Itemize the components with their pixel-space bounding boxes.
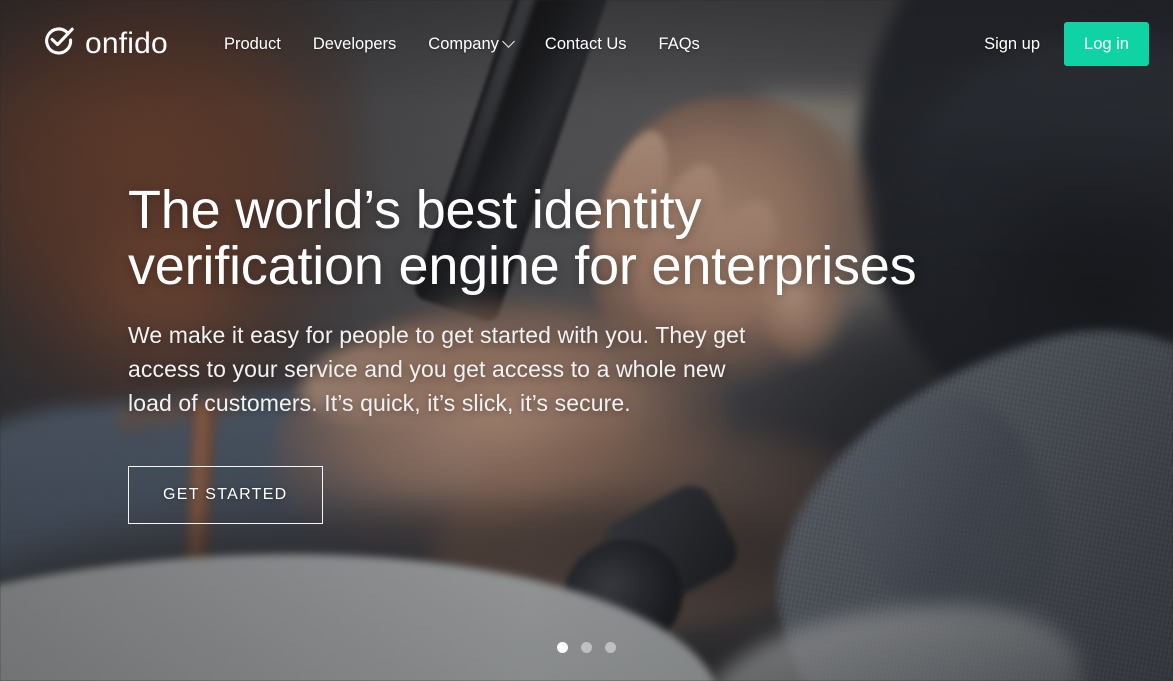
nav-label: Company <box>428 34 499 53</box>
hero-content: The world’s best identity verification e… <box>128 180 958 525</box>
carousel-dot-3[interactable] <box>605 642 616 653</box>
carousel-dot-2[interactable] <box>581 642 592 653</box>
nav-item-product[interactable]: Product <box>208 27 297 62</box>
check-circle-icon <box>42 25 76 64</box>
brand-name: onfido <box>85 27 168 60</box>
nav-item-faqs[interactable]: FAQs <box>643 27 716 62</box>
auth-actions: Sign up Log in <box>974 22 1149 66</box>
nav-item-developers[interactable]: Developers <box>297 27 412 62</box>
log-in-button[interactable]: Log in <box>1064 22 1149 66</box>
nav-label: Contact Us <box>544 34 627 53</box>
main-navigation: Product Developers Company Contact Us FA… <box>208 27 974 62</box>
sign-up-link[interactable]: Sign up <box>974 27 1050 62</box>
carousel-dot-1[interactable] <box>557 642 568 653</box>
hero-subcopy: We make it easy for people to get starte… <box>128 322 746 417</box>
nav-label: Product <box>223 34 281 53</box>
brand-logo[interactable]: onfido <box>42 25 168 64</box>
nav-item-contact-us[interactable]: Contact Us <box>529 27 643 62</box>
carousel-pagination <box>0 642 1173 653</box>
hero-section: onfido Product Developers Company Contac… <box>0 0 1173 681</box>
get-started-button[interactable]: GET STARTED <box>128 466 323 525</box>
nav-label: Developers <box>312 34 397 53</box>
site-header: onfido Product Developers Company Contac… <box>0 0 1173 88</box>
chevron-down-icon <box>502 34 515 48</box>
nav-label: FAQs <box>658 34 700 53</box>
nav-item-company[interactable]: Company <box>412 27 529 62</box>
hero-headline: The world’s best identity verification e… <box>128 180 917 297</box>
